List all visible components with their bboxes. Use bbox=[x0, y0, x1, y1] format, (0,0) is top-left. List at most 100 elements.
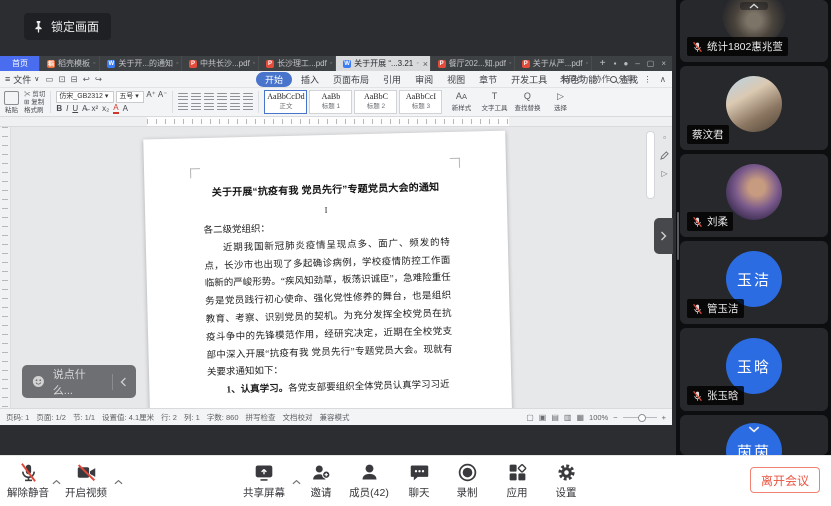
unmute-button[interactable]: 解除静音 bbox=[5, 462, 51, 500]
line-spacing-icon[interactable] bbox=[230, 93, 240, 101]
panel-icon[interactable]: ▫ bbox=[663, 133, 666, 142]
scroll-down-button[interactable] bbox=[739, 425, 769, 434]
style-heading3[interactable]: AaBbCcI 标题 3 bbox=[399, 90, 442, 114]
cut-button[interactable]: ✂ 剪切 bbox=[24, 91, 45, 98]
web-view-icon[interactable]: ▤ bbox=[551, 413, 559, 422]
mic-options-chevron[interactable] bbox=[52, 472, 61, 490]
collapse-left-icon[interactable] bbox=[120, 377, 127, 387]
participant-tile[interactable]: 刘柔 bbox=[680, 154, 828, 237]
style-heading2[interactable]: AaBbC 标题 2 bbox=[354, 90, 397, 114]
italic-button[interactable]: I bbox=[66, 105, 68, 112]
zoom-in-icon[interactable]: + bbox=[662, 413, 666, 422]
tab-close-icon[interactable]: × bbox=[423, 59, 428, 69]
emoji-icon[interactable] bbox=[31, 374, 46, 389]
tab-pdf-changsha[interactable]: P 中共长沙...pdf ◦ bbox=[182, 56, 259, 71]
font-name-select[interactable]: 仿宋_GB2312 ▾ bbox=[56, 91, 114, 103]
select-button[interactable]: ▷ 选择 bbox=[546, 92, 574, 112]
share-button[interactable]: 分享 bbox=[618, 73, 635, 85]
sidebar-collapse-handle[interactable] bbox=[654, 218, 673, 254]
tab-home[interactable]: 首页 bbox=[0, 56, 40, 71]
align-right-icon[interactable] bbox=[204, 103, 214, 111]
shrink-font-icon[interactable]: A⁻ bbox=[158, 91, 168, 103]
record-button[interactable]: 录制 bbox=[446, 462, 488, 500]
participant-tile[interactable]: 统计1802惠兆萱 bbox=[680, 0, 828, 62]
zoom-percent[interactable]: 100% bbox=[589, 413, 608, 422]
tab-pdf-ligong[interactable]: P 长沙理工...pdf ◦ bbox=[259, 56, 336, 71]
proofing-toggle[interactable]: 文档校对 bbox=[283, 412, 313, 423]
ribbon-tab-page-layout[interactable]: 页面布局 bbox=[328, 72, 374, 87]
document-page[interactable]: 关于开展“抗疫有我 党员先行”专题党员大会的通知 I 各二级党组织： 近期我国新… bbox=[143, 131, 512, 408]
indent-icon[interactable] bbox=[217, 93, 227, 101]
zoom-slider[interactable] bbox=[623, 417, 657, 418]
strikethrough-button[interactable]: A̶ bbox=[82, 105, 87, 112]
settings-button[interactable]: 设置 bbox=[545, 462, 587, 500]
ribbon-tab-references[interactable]: 引用 bbox=[378, 72, 406, 87]
boss-key-icon[interactable]: ▪ bbox=[614, 59, 617, 68]
ribbon-tab-view[interactable]: 视图 bbox=[442, 72, 470, 87]
participant-tile[interactable]: 玉洁 管玉洁 bbox=[680, 241, 828, 324]
bold-button[interactable]: B bbox=[56, 105, 62, 112]
participant-tile[interactable]: 蔡汶君 bbox=[680, 66, 828, 150]
underline-button[interactable]: U bbox=[72, 105, 78, 112]
share-options-chevron[interactable] bbox=[292, 472, 301, 490]
superscript-button[interactable]: x² bbox=[91, 105, 98, 112]
tab-pdf-discipline[interactable]: P 关于从严...pdf ◦ bbox=[515, 56, 592, 71]
participant-tile[interactable]: 茵茵 bbox=[680, 415, 828, 455]
font-color-button[interactable]: A bbox=[113, 104, 118, 114]
zoom-knob[interactable] bbox=[638, 414, 646, 422]
new-tab-button[interactable]: + bbox=[592, 56, 614, 71]
leave-meeting-button[interactable]: 离开会议 bbox=[750, 467, 820, 493]
apps-button[interactable]: 应用 bbox=[496, 462, 538, 500]
font-size-select[interactable]: 五号 ▾ bbox=[116, 91, 144, 103]
page-view-icon[interactable]: ▣ bbox=[539, 413, 547, 422]
invite-button[interactable]: 邀请 bbox=[301, 462, 341, 500]
file-menu[interactable]: ≡ 文件 ∨ bbox=[5, 73, 39, 86]
number-list-icon[interactable] bbox=[191, 93, 201, 101]
highlight-button[interactable]: A bbox=[123, 105, 128, 112]
tab-doc-notice[interactable]: W 关于开...的通知 ◦ bbox=[100, 56, 182, 71]
outdent-icon[interactable] bbox=[204, 93, 214, 101]
chat-input-placeholder[interactable]: 说点什么... bbox=[53, 366, 105, 398]
find-replace-button[interactable]: Q 查找替换 bbox=[513, 92, 541, 112]
print-icon[interactable]: ⊟ bbox=[71, 74, 78, 85]
tab-active-document[interactable]: W 关于开展 “...3.21 ◦ × bbox=[336, 56, 430, 71]
start-video-button[interactable]: 开启视频 bbox=[62, 462, 110, 500]
ink-pen-icon[interactable] bbox=[660, 151, 669, 160]
scroll-up-button[interactable] bbox=[740, 2, 768, 10]
ribbon-tab-home[interactable]: 开始 bbox=[256, 72, 292, 87]
bullet-list-icon[interactable] bbox=[178, 93, 188, 101]
ribbon-tab-insert[interactable]: 插入 bbox=[296, 72, 324, 87]
style-heading1[interactable]: AaBb 标题 1 bbox=[309, 90, 352, 114]
grow-font-icon[interactable]: A⁺ bbox=[146, 91, 156, 103]
quick-chat-bar[interactable]: 说点什么... bbox=[22, 365, 136, 398]
vertical-ruler[interactable] bbox=[0, 127, 11, 408]
outline-view-icon[interactable]: ▥ bbox=[564, 413, 572, 422]
cloud-sync-status[interactable]: 未同步 bbox=[560, 73, 586, 85]
align-left-icon[interactable] bbox=[178, 103, 188, 111]
justify-icon[interactable] bbox=[217, 103, 227, 111]
account-icon[interactable]: ● bbox=[623, 59, 628, 68]
select-cursor-icon[interactable]: ▷ bbox=[661, 169, 667, 178]
fullscreen-view-icon[interactable]: ▢ bbox=[526, 413, 534, 422]
tab-docer-templates[interactable]: 稻 稻壳模板 ◦ bbox=[40, 56, 100, 71]
restore-icon[interactable]: ▢ bbox=[647, 59, 655, 68]
participant-tile[interactable]: 玉晗 张玉晗 bbox=[680, 328, 828, 411]
share-screen-button[interactable]: 共享屏幕 bbox=[240, 462, 288, 500]
chat-button[interactable]: 聊天 bbox=[398, 462, 440, 500]
status-word-count[interactable]: 字数: 860 bbox=[207, 412, 239, 423]
save-icon[interactable]: ⊡ bbox=[58, 74, 65, 85]
distribute-icon[interactable] bbox=[230, 103, 240, 111]
redo-icon[interactable]: ↪ bbox=[95, 74, 102, 85]
minimize-icon[interactable]: – bbox=[635, 59, 639, 68]
eye-protect-icon[interactable]: ▦ bbox=[576, 413, 584, 422]
ribbon-tab-developer[interactable]: 开发工具 bbox=[506, 72, 552, 87]
shading-icon[interactable] bbox=[243, 93, 253, 101]
vertical-scrollbar[interactable] bbox=[646, 131, 655, 199]
text-tool-button[interactable]: T 文字工具 bbox=[480, 92, 508, 112]
style-normal[interactable]: AaBbCcDd 正文 bbox=[264, 90, 307, 114]
collapse-ribbon-icon[interactable]: ∧ bbox=[660, 74, 666, 85]
new-doc-icon[interactable]: ▭ bbox=[45, 74, 53, 85]
more-icon[interactable]: ⋮ bbox=[643, 74, 652, 85]
zoom-out-icon[interactable]: − bbox=[613, 413, 617, 422]
copy-button[interactable]: ⊞ 复制 bbox=[24, 99, 45, 106]
